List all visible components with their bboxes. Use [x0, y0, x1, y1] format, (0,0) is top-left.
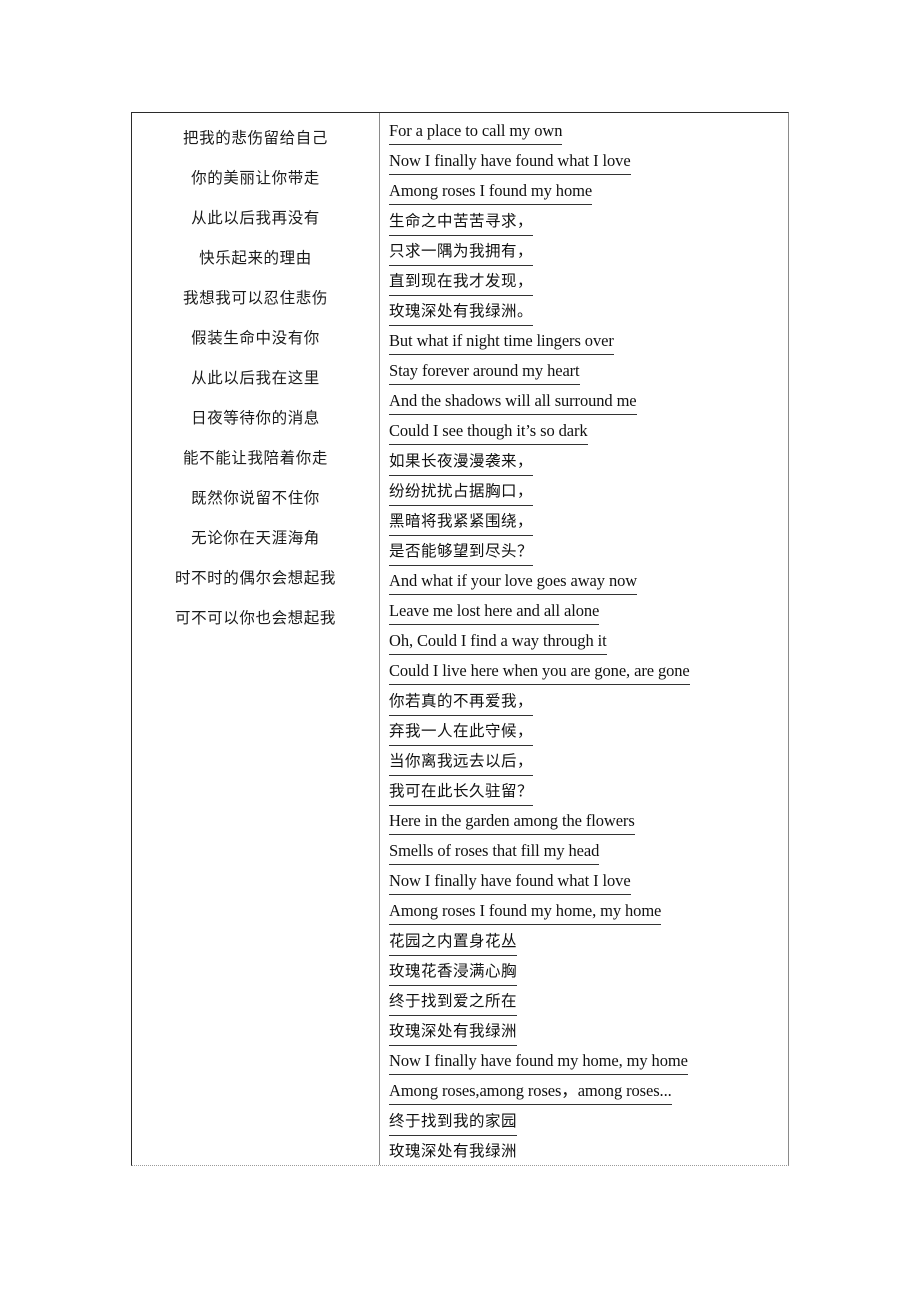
lyric-line: Here in the garden among the flowers — [389, 807, 788, 837]
document-page: 把我的悲伤留给自己 你的美丽让你带走 从此以后我再没有 快乐起来的理由 我想我可以忍住悲… — [0, 0, 920, 1302]
lyric-line-text: Among roses I found my home, my home — [389, 897, 661, 925]
lyric-line: 花园之内置身花丛 — [389, 927, 788, 957]
table-cell-bilingual-lyrics: For a place to call my own Now I finally … — [380, 113, 788, 1165]
lyric-line: For a place to call my own — [389, 117, 788, 147]
lyric-line: Smells of roses that fill my head — [389, 837, 788, 867]
lyric-line-text: Oh, Could I find a way through it — [389, 627, 607, 655]
lyric-line: 你若真的不再爱我， — [389, 687, 788, 717]
lyric-line: 弃我一人在此守候， — [389, 717, 788, 747]
lyric-line: 我想我可以忍住悲伤 — [183, 290, 328, 307]
lyric-line: 假装生命中没有你 — [191, 330, 320, 347]
lyric-line-text: 纷纷扰扰占据胸口， — [389, 478, 534, 506]
lyric-line: 直到现在我才发现， — [389, 267, 788, 297]
chinese-lyrics-list: 把我的悲伤留给自己 你的美丽让你带走 从此以后我再没有 快乐起来的理由 我想我可以忍住悲… — [132, 119, 379, 639]
lyric-line: Now I finally have found my home, my hom… — [389, 1047, 788, 1077]
lyric-line: And what if your love goes away now — [389, 567, 788, 597]
lyric-line-text: 玫瑰深处有我绿洲。 — [389, 298, 534, 326]
lyric-line: 终于找到爱之所在 — [389, 987, 788, 1017]
lyric-line-text: 玫瑰深处有我绿洲 — [389, 1138, 517, 1165]
lyric-line-text: 我可在此长久驻留？ — [389, 778, 534, 806]
lyric-line: Stay forever around my heart — [389, 357, 788, 387]
lyric-line: Could I live here when you are gone, are… — [389, 657, 788, 687]
lyric-line: 把我的悲伤留给自己 — [183, 130, 328, 147]
lyric-line-text: Stay forever around my heart — [389, 357, 580, 385]
lyric-line: 玫瑰深处有我绿洲 — [389, 1137, 788, 1165]
lyric-line: 可不可以你也会想起我 — [174, 610, 336, 627]
lyric-line: Oh, Could I find a way through it — [389, 627, 788, 657]
lyric-line: 从此以后我在这里 — [191, 370, 320, 387]
bilingual-lyrics-list: For a place to call my own Now I finally … — [389, 117, 788, 1165]
lyric-line: Now I finally have found what I love — [389, 867, 788, 897]
lyric-line: Among roses,among roses，among roses... — [389, 1077, 788, 1107]
lyric-line: 只求一隅为我拥有， — [389, 237, 788, 267]
lyric-line: 日夜等待你的消息 — [191, 410, 320, 427]
lyric-line-text: Could I see though it’s so dark — [389, 417, 588, 445]
lyric-line: Now I finally have found what I love — [389, 147, 788, 177]
lyric-line: 终于找到我的家园 — [389, 1107, 788, 1137]
lyric-line: 我可在此长久驻留？ — [389, 777, 788, 807]
lyric-line-text: 玫瑰花香浸满心胸 — [389, 958, 518, 986]
lyrics-table: 把我的悲伤留给自己 你的美丽让你带走 从此以后我再没有 快乐起来的理由 我想我可以忍住悲… — [131, 112, 789, 1166]
lyric-line-text: 当你离我远去以后， — [389, 748, 534, 776]
lyric-line-text: 生命之中苦苦寻求， — [389, 208, 534, 236]
lyric-line-text: 直到现在我才发现， — [389, 268, 534, 296]
lyric-line-text: Now I finally have found what I love — [389, 867, 631, 895]
lyric-line: 玫瑰深处有我绿洲。 — [389, 297, 788, 327]
lyric-line: 既然你说留不住你 — [191, 490, 320, 507]
lyric-line-text: Here in the garden among the flowers — [389, 807, 635, 835]
lyric-line: 时不时的偶尔会想起我 — [174, 570, 336, 587]
lyric-line: Could I see though it’s so dark — [389, 417, 788, 447]
lyric-line: 黑暗将我紧紧围绕， — [389, 507, 788, 537]
lyric-line-text: Among roses I found my home — [389, 177, 592, 205]
lyric-line-text: 弃我一人在此守候， — [389, 718, 534, 746]
lyric-line-text: 如果长夜漫漫袭来， — [389, 448, 534, 476]
table-cell-chinese-lyrics: 把我的悲伤留给自己 你的美丽让你带走 从此以后我再没有 快乐起来的理由 我想我可以忍住悲… — [132, 113, 380, 1165]
lyric-line-text: Leave me lost here and all alone — [389, 597, 599, 625]
lyric-line-text: 花园之内置身花丛 — [389, 928, 518, 956]
lyric-line: Among roses I found my home, my home — [389, 897, 788, 927]
lyric-line-text: Among roses,among roses，among roses... — [389, 1077, 672, 1105]
lyric-line-text: 终于找到爱之所在 — [389, 988, 518, 1016]
lyric-line: 玫瑰深处有我绿洲 — [389, 1017, 788, 1047]
lyric-line: Among roses I found my home — [389, 177, 788, 207]
lyric-line: 是否能够望到尽头？ — [389, 537, 788, 567]
lyric-line: 如果长夜漫漫袭来， — [389, 447, 788, 477]
lyric-line-text: 你若真的不再爱我， — [389, 688, 534, 716]
lyric-line: 玫瑰花香浸满心胸 — [389, 957, 788, 987]
lyric-line-text: Now I finally have found my home, my hom… — [389, 1047, 688, 1075]
lyric-line-text: Smells of roses that fill my head — [389, 837, 599, 865]
lyric-line: Leave me lost here and all alone — [389, 597, 788, 627]
lyric-line-text: 只求一隅为我拥有， — [389, 238, 534, 266]
lyric-line: 你的美丽让你带走 — [191, 170, 320, 187]
lyric-line: 快乐起来的理由 — [199, 250, 312, 267]
lyric-line: 当你离我远去以后， — [389, 747, 788, 777]
lyric-line: 能不能让我陪着你走 — [183, 450, 328, 467]
lyric-line: 生命之中苦苦寻求， — [389, 207, 788, 237]
lyric-line-text: 终于找到我的家园 — [389, 1108, 518, 1136]
lyric-line-text: But what if night time lingers over — [389, 327, 614, 355]
lyric-line: But what if night time lingers over — [389, 327, 788, 357]
lyric-line: 无论你在天涯海角 — [191, 530, 320, 547]
lyric-line-text: 黑暗将我紧紧围绕， — [389, 508, 534, 536]
lyric-line: And the shadows will all surround me — [389, 387, 788, 417]
lyric-line-text: Could I live here when you are gone, are… — [389, 657, 690, 685]
lyric-line: 从此以后我再没有 — [191, 210, 320, 227]
lyric-line-text: 是否能够望到尽头？ — [389, 538, 534, 566]
lyric-line-text: And what if your love goes away now — [389, 567, 637, 595]
lyric-line-text: 玫瑰深处有我绿洲 — [389, 1018, 518, 1046]
lyric-line: 纷纷扰扰占据胸口， — [389, 477, 788, 507]
lyric-line-text: For a place to call my own — [389, 117, 562, 145]
lyric-line-text: Now I finally have found what I love — [389, 147, 631, 175]
lyric-line-text: And the shadows will all surround me — [389, 387, 637, 415]
